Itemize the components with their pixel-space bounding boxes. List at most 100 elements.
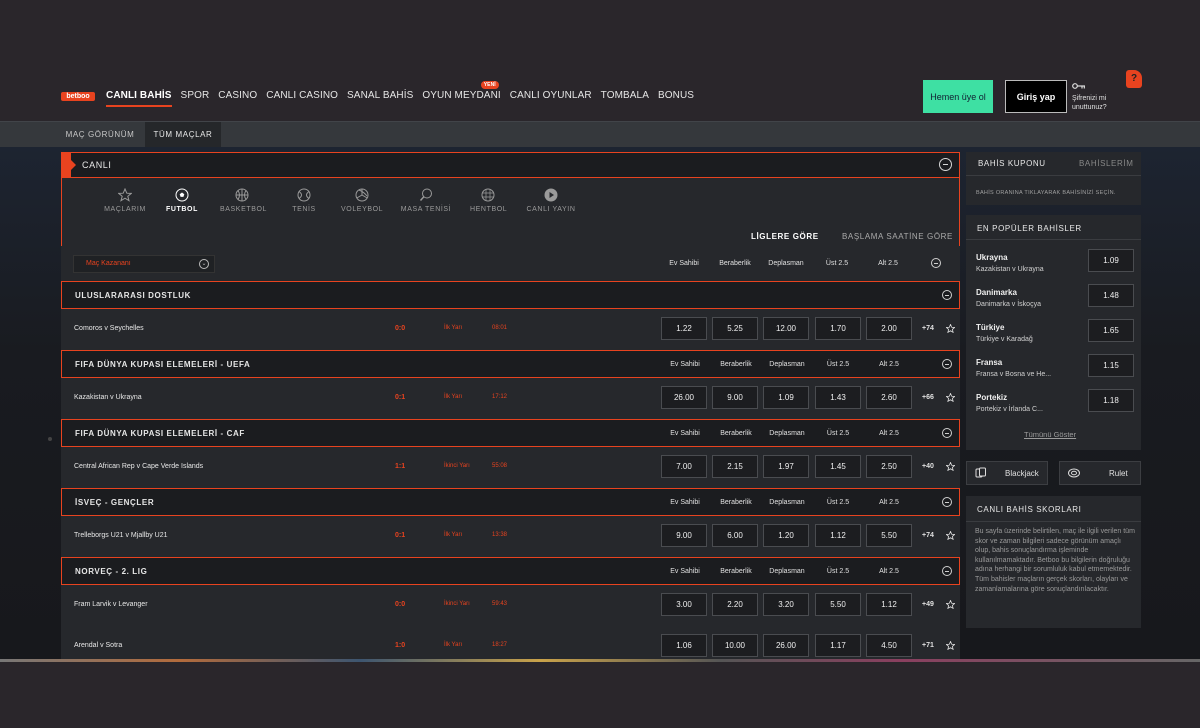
nav-item-canli-casino[interactable]: CANLI CASINO bbox=[266, 90, 338, 104]
odds-button[interactable]: 1.06 bbox=[661, 634, 707, 657]
sport-tab-masa-tenisi[interactable]: MASA TENİSİ bbox=[400, 188, 452, 213]
more-markets-link[interactable]: +71 bbox=[922, 642, 934, 649]
match-clock: 13:38 bbox=[492, 532, 508, 538]
collapse-icon[interactable] bbox=[931, 258, 941, 268]
league-header[interactable]: FIFA DÜNYA KUPASI ELEMELERİ - CAF Ev Sahi… bbox=[61, 419, 960, 447]
tab-my-bets[interactable]: BAHİSLERİM bbox=[1079, 159, 1133, 168]
sport-tab-futbol[interactable]: FUTBOL bbox=[166, 188, 198, 213]
odds-button[interactable]: 1.12 bbox=[815, 524, 861, 547]
favorite-star-icon[interactable] bbox=[946, 531, 955, 540]
sport-tab-tenis[interactable]: TENİS bbox=[290, 188, 318, 213]
odds-button[interactable]: 4.50 bbox=[866, 634, 912, 657]
odds-button[interactable]: 26.00 bbox=[661, 386, 707, 409]
nav-item-canli-oyunlar[interactable]: CANLI OYUNLAR bbox=[510, 90, 592, 104]
more-markets-link[interactable]: +40 bbox=[922, 463, 934, 470]
sort-by-start-time[interactable]: BAŞLAMA SAATİNE GÖRE bbox=[842, 232, 953, 241]
sport-tab-voleybol[interactable]: VOLEYBOL bbox=[341, 188, 383, 213]
help-icon[interactable]: ? bbox=[1126, 70, 1142, 88]
more-markets-link[interactable]: +49 bbox=[922, 601, 934, 608]
league-header[interactable]: ULUSLARARASI DOSTLUK bbox=[61, 281, 960, 309]
odds-button[interactable]: 1.12 bbox=[866, 593, 912, 616]
collapse-icon[interactable] bbox=[942, 290, 952, 300]
roulette-icon bbox=[1068, 468, 1080, 478]
league-header[interactable]: İSVEÇ - GENÇLER Ev Sahibi Beraberlik Deplas… bbox=[61, 488, 960, 516]
collapse-icon[interactable] bbox=[942, 566, 952, 576]
betboo-logo[interactable]: betboo bbox=[61, 92, 95, 101]
collapse-icon[interactable] bbox=[942, 497, 952, 507]
odds-button[interactable]: 1.65 bbox=[1088, 319, 1134, 342]
match-name[interactable]: Arendal v Sotra bbox=[74, 642, 122, 649]
odds-button[interactable]: 1.09 bbox=[1088, 249, 1134, 272]
match-clock: 55:08 bbox=[492, 463, 508, 469]
sport-tab-maclarim[interactable]: MAÇLARIM bbox=[102, 188, 148, 213]
odds-button[interactable]: 3.20 bbox=[763, 593, 809, 616]
sport-tab-hentbol[interactable]: HENTBOL bbox=[470, 188, 507, 213]
odds-button[interactable]: 5.50 bbox=[815, 593, 861, 616]
favorite-star-icon[interactable] bbox=[946, 641, 955, 650]
forgot-password-link[interactable]: Şifrenizi mi unuttunuz? bbox=[1072, 94, 1116, 112]
favorite-star-icon[interactable] bbox=[946, 462, 955, 471]
nav-item-canli-bahis[interactable]: CANLI BAHİS bbox=[106, 90, 172, 107]
sport-tab-basketbol[interactable]: BASKETBOL bbox=[220, 188, 266, 213]
odds-button[interactable]: 3.00 bbox=[661, 593, 707, 616]
match-name[interactable]: Fram Larvik v Levanger bbox=[74, 601, 148, 608]
odds-button[interactable]: 10.00 bbox=[712, 634, 758, 657]
odds-button[interactable]: 1.18 bbox=[1088, 389, 1134, 412]
odds-button[interactable]: 6.00 bbox=[712, 524, 758, 547]
league-header[interactable]: NORVEÇ - 2. LIG Ev Sahibi Beraberlik Deplas… bbox=[61, 557, 960, 585]
odds-button[interactable]: 2.60 bbox=[866, 386, 912, 409]
odds-button[interactable]: 1.09 bbox=[763, 386, 809, 409]
match-name[interactable]: Comoros v Seychelles bbox=[74, 325, 144, 332]
league-header[interactable]: FIFA DÜNYA KUPASI ELEMELERİ - UEFA Ev Sah… bbox=[61, 350, 960, 378]
tab-match-view[interactable]: MAÇ GÖRÜNÜM bbox=[56, 122, 144, 147]
odds-button[interactable]: 2.15 bbox=[712, 455, 758, 478]
odds-button[interactable]: 1.43 bbox=[815, 386, 861, 409]
collapse-icon[interactable] bbox=[939, 158, 952, 171]
sort-by-league[interactable]: LİGLERE GÖRE bbox=[751, 232, 819, 241]
roulette-button[interactable]: Rulet bbox=[1059, 461, 1141, 485]
favorite-star-icon[interactable] bbox=[946, 324, 955, 333]
odds-button[interactable]: 2.00 bbox=[866, 317, 912, 340]
odds-button[interactable]: 1.70 bbox=[815, 317, 861, 340]
blackjack-button[interactable]: Blackjack bbox=[966, 461, 1048, 485]
market-select[interactable]: Maç Kazananı ⌄ bbox=[73, 255, 215, 273]
odds-button[interactable]: 26.00 bbox=[763, 634, 809, 657]
nav-item-casino[interactable]: CASINO bbox=[218, 90, 257, 104]
more-markets-link[interactable]: +74 bbox=[922, 325, 934, 332]
odds-button[interactable]: 5.50 bbox=[866, 524, 912, 547]
odds-button[interactable]: 1.48 bbox=[1088, 284, 1134, 307]
odds-button[interactable]: 1.97 bbox=[763, 455, 809, 478]
favorite-star-icon[interactable] bbox=[946, 393, 955, 402]
more-markets-link[interactable]: +74 bbox=[922, 532, 934, 539]
show-all-link[interactable]: Tümünü Göster bbox=[1024, 430, 1076, 439]
sport-tab-canli-yayin[interactable]: CANLI YAYIN bbox=[526, 188, 576, 213]
nav-item-bonus[interactable]: BONUS bbox=[658, 90, 694, 104]
tab-bet-coupon[interactable]: BAHİS KUPONU bbox=[978, 159, 1046, 168]
nav-item-tombala[interactable]: TOMBALA bbox=[601, 90, 649, 104]
odds-button[interactable]: 2.20 bbox=[712, 593, 758, 616]
signup-button[interactable]: Hemen üye ol bbox=[923, 80, 993, 113]
collapse-icon[interactable] bbox=[942, 359, 952, 369]
collapse-icon[interactable] bbox=[942, 428, 952, 438]
odds-button[interactable]: 9.00 bbox=[712, 386, 758, 409]
tab-all-matches[interactable]: TÜM MAÇLAR bbox=[145, 122, 221, 147]
odds-button[interactable]: 1.45 bbox=[815, 455, 861, 478]
odds-button[interactable]: 9.00 bbox=[661, 524, 707, 547]
match-name[interactable]: Trelleborgs U21 v Mjallby U21 bbox=[74, 532, 168, 539]
login-button[interactable]: Giriş yap bbox=[1005, 80, 1067, 113]
nav-item-sanal-bahis[interactable]: SANAL BAHİS bbox=[347, 90, 413, 104]
odds-button[interactable]: 7.00 bbox=[661, 455, 707, 478]
nav-item-oyun-meydani[interactable]: OYUN MEYDANI YENİ bbox=[422, 81, 501, 104]
odds-button[interactable]: 5.25 bbox=[712, 317, 758, 340]
odds-button[interactable]: 1.20 bbox=[763, 524, 809, 547]
favorite-star-icon[interactable] bbox=[946, 600, 955, 609]
odds-button[interactable]: 12.00 bbox=[763, 317, 809, 340]
more-markets-link[interactable]: +66 bbox=[922, 394, 934, 401]
odds-button[interactable]: 1.17 bbox=[815, 634, 861, 657]
nav-item-spor[interactable]: SPOR bbox=[181, 90, 210, 104]
match-name[interactable]: Kazakistan v Ukrayna bbox=[74, 394, 142, 401]
odds-button[interactable]: 2.50 bbox=[866, 455, 912, 478]
match-name[interactable]: Central African Rep v Cape Verde Islands bbox=[74, 463, 203, 470]
odds-button[interactable]: 1.22 bbox=[661, 317, 707, 340]
odds-button[interactable]: 1.15 bbox=[1088, 354, 1134, 377]
